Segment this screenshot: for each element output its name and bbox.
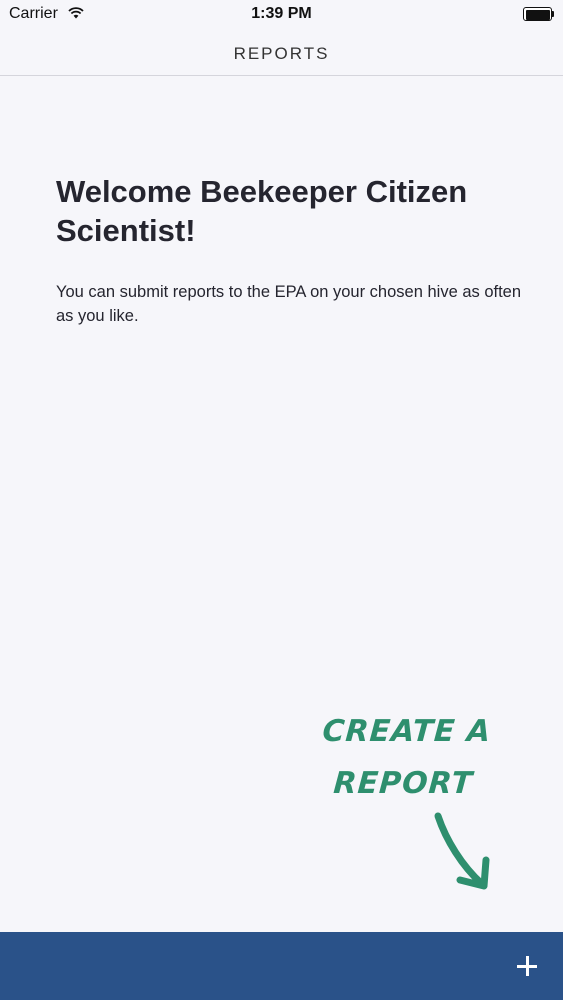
create-report-hint: CREATE A REPORT: [321, 714, 493, 801]
add-report-button[interactable]: [509, 948, 545, 984]
page-title: REPORTS: [233, 44, 330, 63]
intro-text: You can submit reports to the EPA on you…: [56, 283, 522, 325]
status-time: 1:39 PM: [251, 5, 312, 22]
bottom-toolbar: [0, 932, 563, 1000]
navigation-bar: REPORTS: [0, 30, 563, 76]
battery-icon: [523, 7, 554, 21]
reports-screen: Carrier 1:39 PM REPORTS Welcome Beekeepe…: [0, 0, 563, 1000]
status-bar: Carrier 1:39 PM: [0, 0, 563, 30]
curved-arrow-down-icon: [434, 812, 490, 890]
plus-icon-stroke: [525, 956, 529, 976]
welcome-heading: Welcome Beekeeper Citizen Scientist!: [56, 174, 468, 248]
